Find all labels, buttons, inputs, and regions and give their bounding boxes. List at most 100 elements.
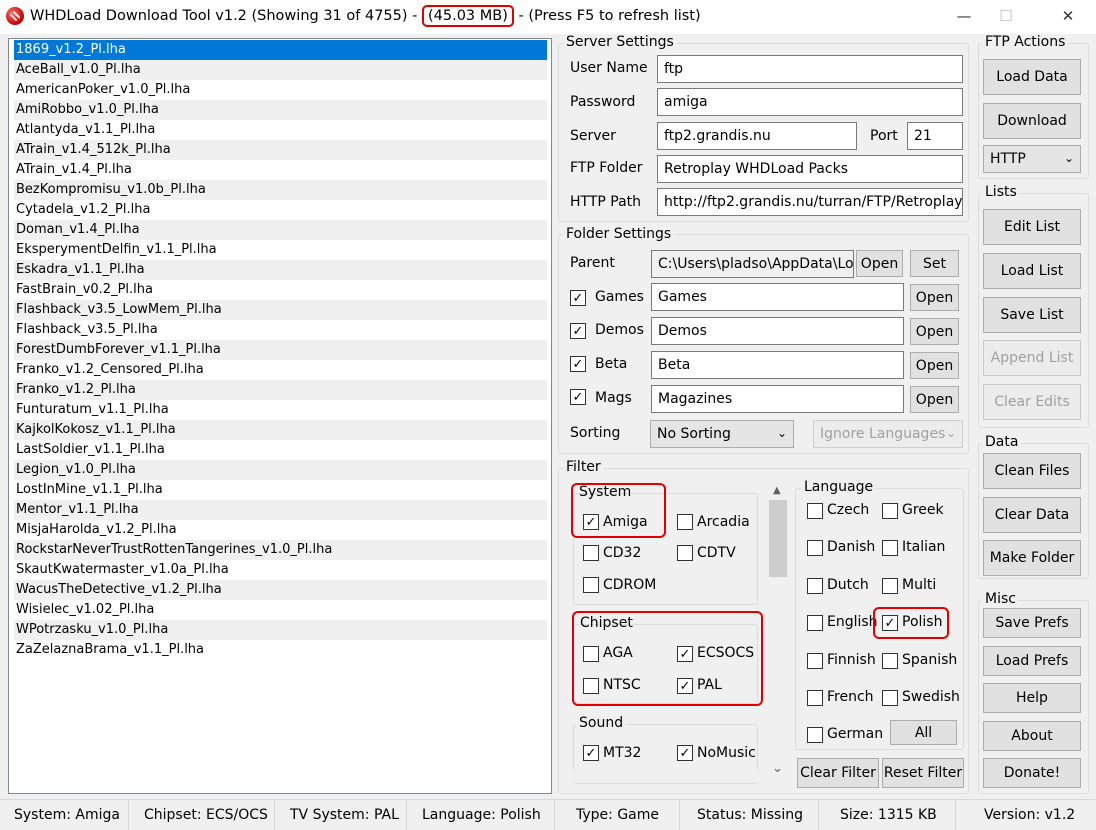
games-checkbox[interactable]: ✓: [570, 290, 586, 306]
list-item[interactable]: WPotrzasku_v1.0_Pl.lha: [14, 620, 547, 640]
list-item[interactable]: AceBall_v1.0_Pl.lha: [14, 60, 547, 80]
scroll-down-icon[interactable]: ⌄: [772, 761, 783, 776]
greek-checkbox[interactable]: [882, 503, 898, 519]
clear-data-button[interactable]: Clear Data: [983, 497, 1081, 533]
make-folder-button[interactable]: Make Folder: [983, 540, 1081, 576]
mags-open-button[interactable]: Open: [910, 386, 959, 413]
swedish-checkbox[interactable]: [882, 690, 898, 706]
demos-open-button[interactable]: Open: [910, 318, 959, 345]
list-item[interactable]: BezKompromisu_v1.0b_Pl.lha: [14, 180, 547, 200]
save-prefs-button[interactable]: Save Prefs: [983, 608, 1081, 638]
list-item[interactable]: LostInMine_v1.1_Pl.lha: [14, 480, 547, 500]
parent-open-button[interactable]: Open: [856, 250, 903, 277]
beta-open-button[interactable]: Open: [910, 352, 959, 379]
list-item[interactable]: Mentor_v1.1_Pl.lha: [14, 500, 547, 520]
list-item[interactable]: Atlantyda_v1.1_Pl.lha: [14, 120, 547, 140]
parent-folder-field[interactable]: C:\Users\pladso\AppData\Lo: [651, 250, 854, 278]
finnish-checkbox[interactable]: [807, 653, 823, 669]
http-path-field[interactable]: http://ftp2.grandis.nu/turran/FTP/Retrop…: [657, 188, 963, 216]
list-item[interactable]: Franko_v1.2_Pl.lha: [14, 380, 547, 400]
mags-folder-field[interactable]: Magazines: [651, 385, 904, 413]
list-item[interactable]: Doman_v1.4_Pl.lha: [14, 220, 547, 240]
demos-folder-field[interactable]: Demos: [651, 317, 904, 345]
list-item[interactable]: Flashback_v3.5_LowMem_Pl.lha: [14, 300, 547, 320]
edit-list-button[interactable]: Edit List: [983, 209, 1081, 245]
parent-set-button[interactable]: Set: [910, 250, 959, 277]
list-item[interactable]: EksperymentDelfin_v1.1_Pl.lha: [14, 240, 547, 260]
list-item[interactable]: KajkolKokosz_v1.1_Pl.lha: [14, 420, 547, 440]
list-item[interactable]: SkautKwatermaster_v1.0a_Pl.lha: [14, 560, 547, 580]
list-item[interactable]: Eskadra_v1.1_Pl.lha: [14, 260, 547, 280]
ntsc-checkbox[interactable]: [583, 678, 599, 694]
list-item[interactable]: LastSoldier_v1.1_Pl.lha: [14, 440, 547, 460]
password-field[interactable]: amiga: [657, 88, 963, 116]
close-icon[interactable]: ✕: [1045, 0, 1091, 32]
list-item[interactable]: FastBrain_v0.2_Pl.lha: [14, 280, 547, 300]
list-item[interactable]: ForestDumbForever_v1.1_Pl.lha: [14, 340, 547, 360]
french-checkbox[interactable]: [807, 690, 823, 706]
aga-checkbox[interactable]: [583, 646, 599, 662]
load-data-button[interactable]: Load Data: [983, 59, 1081, 95]
english-checkbox[interactable]: [807, 615, 823, 631]
user-name-field[interactable]: ftp: [657, 55, 963, 83]
protocol-select[interactable]: HTTP ⌄: [983, 145, 1081, 173]
beta-folder-field[interactable]: Beta: [651, 351, 904, 379]
multi-checkbox[interactable]: [882, 578, 898, 594]
demos-checkbox[interactable]: ✓: [570, 323, 586, 339]
about-button[interactable]: About: [983, 721, 1081, 751]
clear-edits-button[interactable]: Clear Edits: [983, 384, 1081, 420]
list-item[interactable]: WacusTheDetective_v1.2_Pl.lha: [14, 580, 547, 600]
amiga-checkbox[interactable]: ✓: [583, 514, 599, 530]
arcadia-checkbox[interactable]: [677, 514, 693, 530]
list-item[interactable]: RockstarNeverTrustRottenTangerines_v1.0_…: [14, 540, 547, 560]
list-item[interactable]: Legion_v1.0_Pl.lha: [14, 460, 547, 480]
list-item[interactable]: Flashback_v3.5_Pl.lha: [14, 320, 547, 340]
list-item[interactable]: MisjaHarolda_v1.2_Pl.lha: [14, 520, 547, 540]
minimize-icon[interactable]: —: [941, 0, 987, 32]
list-item[interactable]: Franko_v1.2_Censored_Pl.lha: [14, 360, 547, 380]
file-list[interactable]: 1869_v1.2_Pl.lha AceBall_v1.0_Pl.lha Ameri…: [8, 38, 552, 794]
clear-filter-button[interactable]: Clear Filter: [797, 758, 879, 788]
list-item[interactable]: AmericanPoker_v1.0_Pl.lha: [14, 80, 547, 100]
games-open-button[interactable]: Open: [910, 284, 959, 311]
download-button[interactable]: Download: [983, 103, 1081, 139]
help-button[interactable]: Help: [983, 683, 1081, 713]
save-list-button[interactable]: Save List: [983, 297, 1081, 333]
nomusic-checkbox[interactable]: ✓: [677, 745, 693, 761]
spanish-checkbox[interactable]: [882, 653, 898, 669]
filter-scrollbar[interactable]: ▲ ⌄: [769, 483, 787, 783]
list-item[interactable]: ATrain_v1.4_Pl.lha: [14, 160, 547, 180]
donate-button[interactable]: Donate!: [983, 758, 1081, 788]
maximize-icon[interactable]: ☐: [983, 0, 1029, 32]
sorting-select[interactable]: No Sorting ⌄: [650, 420, 794, 448]
mt32-checkbox[interactable]: ✓: [583, 745, 599, 761]
games-folder-field[interactable]: Games: [651, 283, 904, 311]
scroll-up-icon[interactable]: ▲: [773, 485, 781, 496]
all-languages-button[interactable]: All: [890, 720, 957, 745]
danish-checkbox[interactable]: [807, 540, 823, 556]
cdtv-checkbox[interactable]: [677, 545, 693, 561]
list-item[interactable]: AmiRobbo_v1.0_Pl.lha: [14, 100, 547, 120]
italian-checkbox[interactable]: [882, 540, 898, 556]
load-list-button[interactable]: Load List: [983, 253, 1081, 289]
cdrom-checkbox[interactable]: [583, 577, 599, 593]
load-prefs-button[interactable]: Load Prefs: [983, 646, 1081, 676]
pal-checkbox[interactable]: ✓: [677, 678, 693, 694]
ftp-folder-field[interactable]: Retroplay WHDLoad Packs: [657, 155, 963, 183]
list-item[interactable]: ZaZelaznaBrama_v1.1_Pl.lha: [14, 640, 547, 660]
port-field[interactable]: 21: [907, 122, 963, 150]
scroll-thumb[interactable]: [769, 500, 787, 577]
server-field[interactable]: ftp2.grandis.nu: [657, 122, 857, 150]
ignore-languages-select[interactable]: Ignore Languages ⌄: [813, 420, 963, 448]
list-item[interactable]: Funturatum_v1.1_Pl.lha: [14, 400, 547, 420]
ecsocs-checkbox[interactable]: ✓: [677, 646, 693, 662]
cd32-checkbox[interactable]: [583, 545, 599, 561]
append-list-button[interactable]: Append List: [983, 340, 1081, 376]
german-checkbox[interactable]: [807, 727, 823, 743]
czech-checkbox[interactable]: [807, 503, 823, 519]
dutch-checkbox[interactable]: [807, 578, 823, 594]
list-item[interactable]: Wisielec_v1.02_Pl.lha: [14, 600, 547, 620]
beta-checkbox[interactable]: ✓: [570, 356, 586, 372]
list-item[interactable]: Cytadela_v1.2_Pl.lha: [14, 200, 547, 220]
list-item[interactable]: ATrain_v1.4_512k_Pl.lha: [14, 140, 547, 160]
